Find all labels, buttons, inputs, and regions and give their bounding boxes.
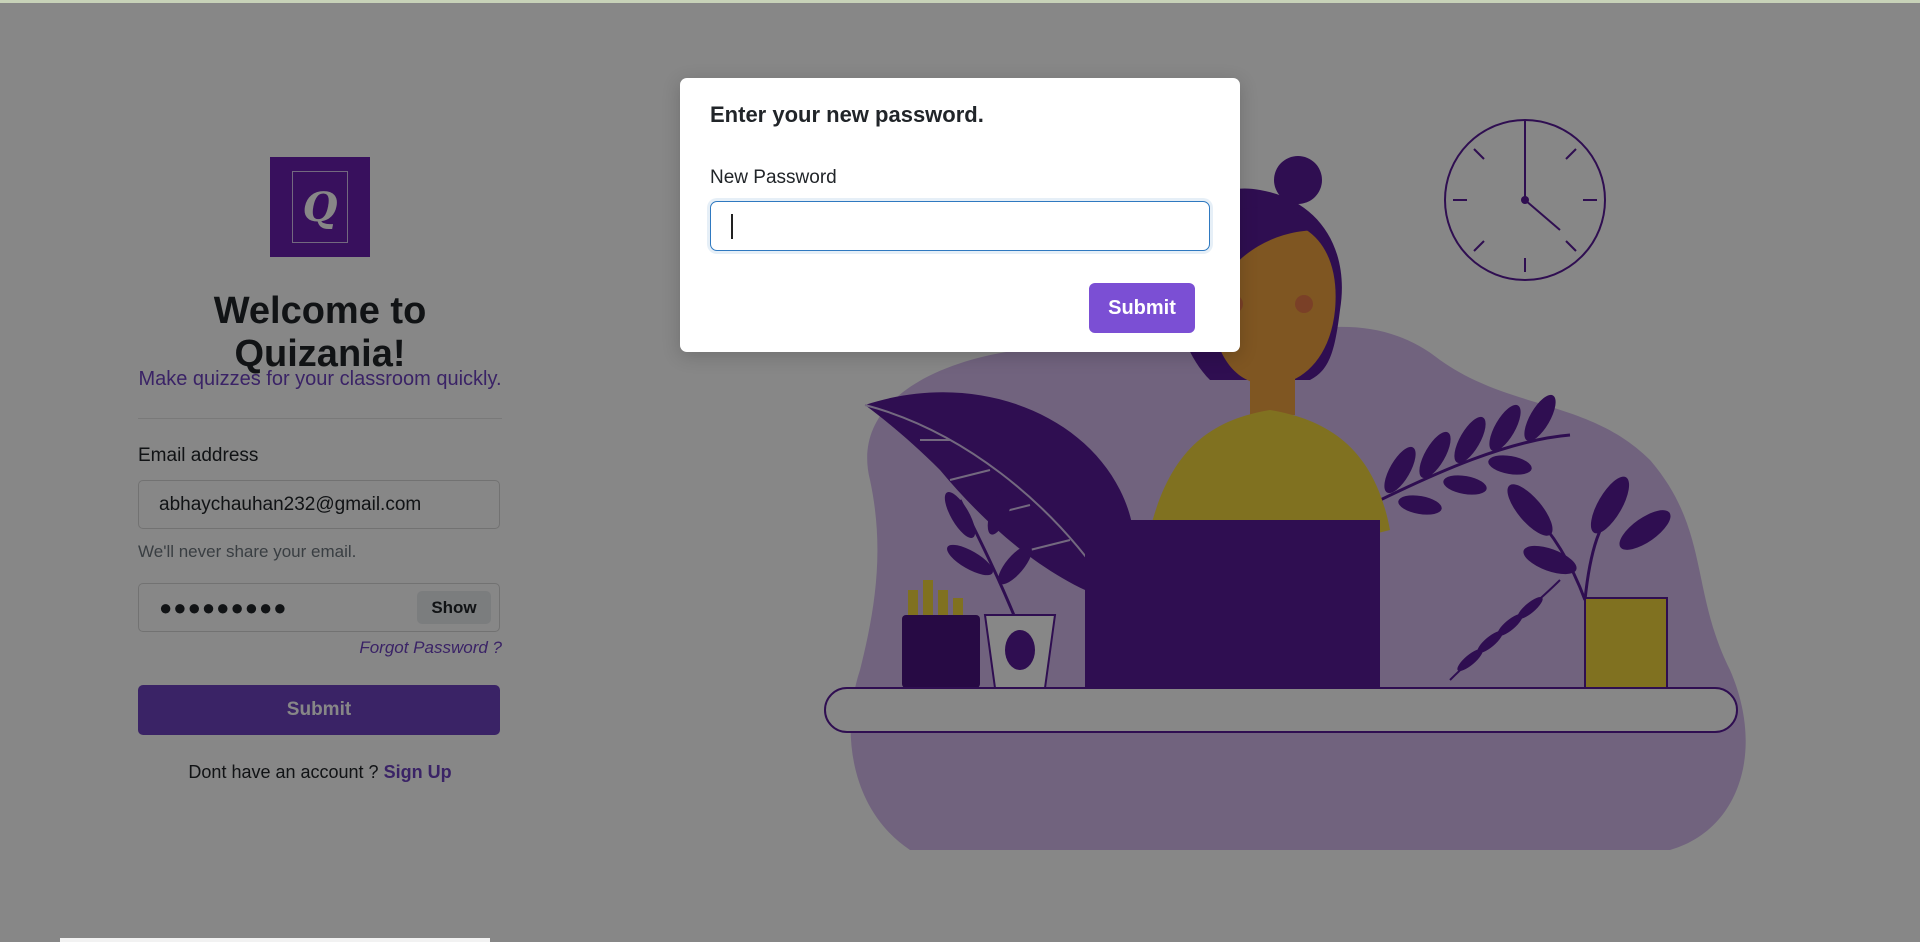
text-cursor [731, 214, 733, 239]
new-password-field[interactable] [710, 201, 1210, 251]
modal-submit-button[interactable]: Submit [1089, 283, 1195, 333]
modal-title: Enter your new password. [710, 102, 984, 127]
new-password-label: New Password [710, 167, 837, 188]
reset-password-modal: Enter your new password. New Password Su… [680, 78, 1240, 352]
top-rule [0, 0, 1920, 3]
page: Q Welcome to Quizania! Make quizzes for … [0, 0, 1920, 942]
bottom-scroll-bar [60, 938, 490, 942]
